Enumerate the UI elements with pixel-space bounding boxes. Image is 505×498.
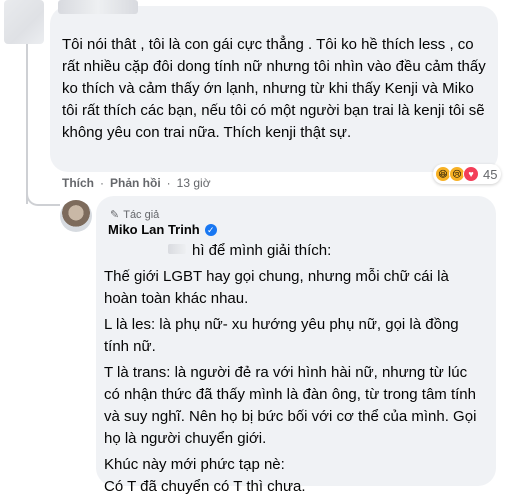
reply-paragraph: Thế giới LGBT hay gọi chung, nhưng mỗi c… (104, 268, 449, 307)
comment-bubble: Tôi nói thât , tôi là con gái cực thẳng … (50, 6, 498, 172)
like-button[interactable]: Thích (62, 176, 94, 190)
reply-paragraph: T là trans: là người đẻ ra với hình hài … (104, 364, 477, 447)
reply-paragraph: Có T đã chuyển có T thì chưa. (104, 478, 306, 495)
reply-paragraph: L là les: là phụ nữ- xu hướng yêu phụ nữ… (104, 316, 459, 355)
verified-badge-icon: ✓ (204, 223, 217, 236)
pen-icon: ✎ (110, 209, 120, 221)
comment-text: Tôi nói thât , tôi là con gái cực thẳng … (62, 36, 486, 141)
commenter-name-blurred[interactable] (58, 0, 138, 14)
author-name[interactable]: Miko Lan Trinh (108, 222, 200, 237)
reaction-count: 45 (483, 166, 498, 182)
reply-bubble: ✎ Tác giả Miko Lan Trinh ✓ hì để mình gi… (96, 196, 496, 495)
reaction-summary[interactable]: 😆 😢 ♥ 45 (433, 164, 502, 184)
reply-paragraph: Khúc này mới phức tạp nè: (104, 456, 285, 473)
author-avatar[interactable] (60, 200, 92, 232)
thread-line (26, 28, 28, 204)
love-icon: ♥ (463, 166, 479, 182)
reply-text: hì để mình giải thích: Thế giới LGBT hay… (104, 240, 482, 498)
thread-connector (26, 188, 60, 206)
comment-actions: Thích · Phản hồi · 13 giờ (62, 176, 211, 190)
dot-separator: · (100, 176, 104, 190)
author-tag-label: Tác giả (123, 208, 160, 221)
reply-paragraph: hì để mình giải thích: (192, 242, 332, 259)
comment-timestamp[interactable]: 13 giờ (177, 176, 211, 190)
commenter-avatar-blurred[interactable] (4, 0, 44, 44)
author-badge: ✎ Tác giả (110, 208, 160, 222)
dot-separator: · (166, 176, 171, 190)
reply-button[interactable]: Phản hồi (110, 176, 161, 190)
author-name-row: Miko Lan Trinh ✓ (108, 222, 217, 237)
